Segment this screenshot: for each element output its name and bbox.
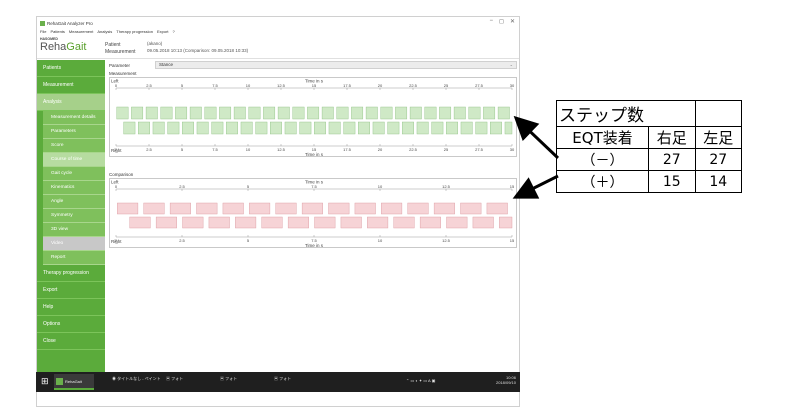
- step-table-left-value: 27: [694, 148, 743, 171]
- step-table-empty-cell: [694, 100, 743, 127]
- step-table-right-value: 15: [648, 170, 696, 193]
- step-table-right-value: 27: [648, 148, 696, 171]
- step-table-row-label: （＋）: [555, 170, 650, 193]
- step-count-table: ステップ数 EQT装着 右足 左足 （－） 27 27 （＋） 15 14: [555, 100, 743, 193]
- table-row: （＋） 15 14: [555, 170, 743, 193]
- step-table-title: ステップ数: [556, 100, 696, 127]
- arrow-to-measurement: [513, 115, 560, 160]
- step-table-eqt-header: EQT装着: [555, 126, 650, 149]
- step-table-right-foot-header: 右足: [648, 126, 696, 149]
- step-table-left-value: 14: [694, 170, 743, 193]
- step-table-row-label: （－）: [555, 148, 650, 171]
- arrow-to-comparison: [512, 174, 559, 199]
- table-row: （－） 27 27: [555, 148, 743, 171]
- annotation-arrows: [512, 115, 560, 199]
- step-table-left-foot-header: 左足: [694, 126, 743, 149]
